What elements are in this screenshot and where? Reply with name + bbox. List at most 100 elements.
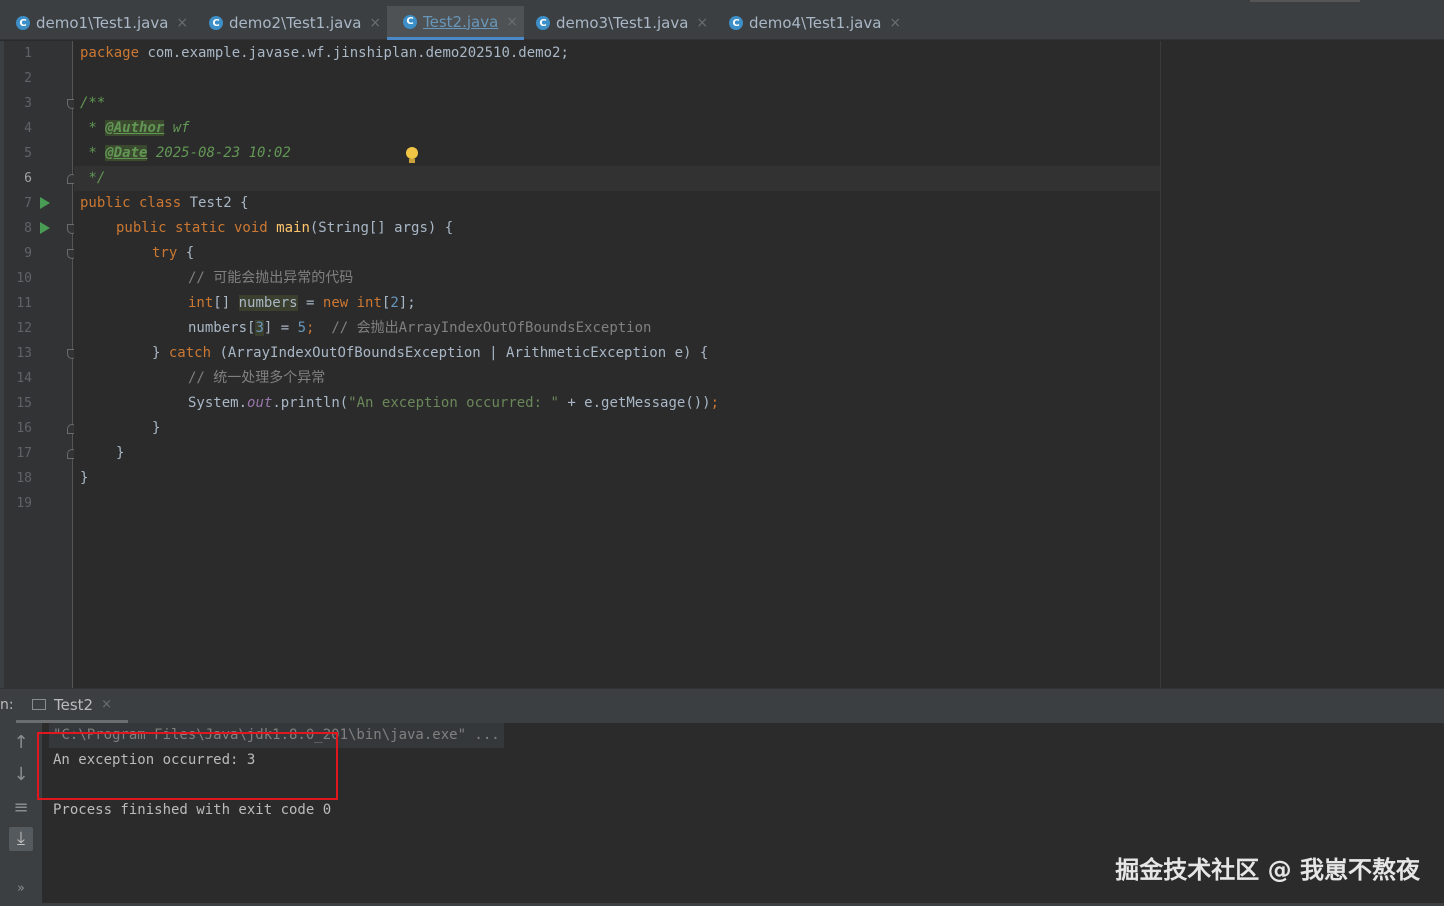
number: 2 (390, 295, 399, 311)
code-line-6: */ (80, 170, 106, 186)
code-text: ] = (263, 320, 298, 336)
editor-gutter: 1 2 3 4 5 6 7 8 9 10 11 12 13 14 15 16 1… (0, 41, 77, 688)
tabbar-top-stripe (1250, 0, 1360, 2)
close-icon[interactable]: × (369, 15, 381, 31)
close-icon[interactable]: × (101, 697, 112, 712)
soft-wrap-icon[interactable]: ≡ (9, 796, 33, 820)
semicolon: ; (710, 395, 720, 411)
code-line-5: * @Date 2025-08-23 10:02 (80, 141, 291, 166)
tab-label: demo3\Test1.java (556, 14, 689, 32)
variable-highlight: numbers (238, 295, 298, 311)
line-number: 11 (16, 296, 32, 311)
code-line-3: /** (80, 95, 106, 111)
number: 5 (297, 320, 307, 336)
comment: wf (164, 120, 190, 136)
java-class-icon: C (209, 16, 223, 30)
line-number: 15 (16, 396, 32, 411)
tab-demo2-test1[interactable]: C demo2\Test1.java × (193, 6, 387, 40)
code-editor[interactable]: package com.example.javase.wf.jinshiplan… (74, 41, 1160, 688)
code-line-10: // 可能会抛出异常的代码 (188, 270, 354, 286)
line-number: 13 (16, 346, 32, 361)
java-class-icon: C (729, 16, 743, 30)
java-class-icon: C (536, 16, 550, 30)
keyword: catch (168, 345, 212, 361)
keyword: try (152, 245, 178, 261)
line-number: 2 (24, 71, 32, 86)
tab-demo3-test1[interactable]: C demo3\Test1.java × (520, 6, 713, 40)
run-class-icon[interactable] (40, 197, 50, 209)
code-text: Test2 { (181, 195, 249, 211)
line-number: 3 (24, 96, 32, 111)
code-text: System. (188, 395, 248, 411)
line-number: 16 (16, 421, 32, 436)
code-line-18: } (80, 470, 89, 486)
code-line-4: * @Author wf (80, 116, 190, 141)
line-number: 19 (16, 496, 32, 511)
code-line-17: } (116, 445, 125, 461)
tab-label: demo4\Test1.java (749, 14, 882, 32)
close-icon[interactable]: × (889, 15, 901, 31)
line-number: 1 (24, 46, 32, 61)
close-icon[interactable]: × (506, 14, 518, 30)
editor-tab-bar: C demo1\Test1.java × C demo2\Test1.java … (0, 0, 1444, 40)
keyword: public static void (116, 220, 268, 236)
code-text: com.example.javase.wf.jinshiplan.demo202… (139, 45, 569, 61)
lightbulb-icon[interactable] (406, 147, 418, 163)
close-icon[interactable]: × (696, 15, 708, 31)
run-main-icon[interactable] (40, 222, 50, 234)
line-number: 18 (16, 471, 32, 486)
code-text: [] (213, 295, 239, 311)
comment: * (80, 145, 106, 161)
line-number: 7 (24, 196, 32, 211)
editor-right-margin (1160, 41, 1444, 688)
code-text: (ArrayIndexOutOfBoundsException | Arithm… (211, 345, 709, 361)
code-line-1: package com.example.javase.wf.jinshiplan… (80, 41, 569, 66)
down-arrow-icon[interactable]: ↓ (9, 763, 33, 787)
tab-label: demo2\Test1.java (229, 14, 362, 32)
code-line-12: numbers[3] = 5; // 会抛出ArrayIndexOutOfBou… (188, 316, 651, 341)
run-tab-test2[interactable]: Test2 × (16, 689, 128, 723)
code-text: (String[] args) { (309, 220, 454, 236)
line-number: 5 (24, 146, 32, 161)
highlight-box (37, 732, 338, 800)
code-line-16: } (152, 420, 161, 436)
watermark: 掘金技术社区 @ 我崽不熬夜 (1115, 856, 1420, 884)
keyword: int (348, 295, 382, 311)
keyword: new (322, 295, 349, 311)
code-line-9: try { (152, 241, 194, 266)
line-number: 10 (16, 271, 32, 286)
tab-demo4-test1[interactable]: C demo4\Test1.java × (713, 6, 913, 40)
code-line-14: // 统一处理多个异常 (188, 370, 326, 386)
keyword: int (188, 295, 214, 311)
current-line-highlight (74, 166, 1160, 191)
line-number: 4 (24, 121, 32, 136)
more-icon[interactable]: » (9, 877, 33, 901)
close-icon[interactable]: × (176, 15, 188, 31)
run-panel-prefix: n: (0, 697, 14, 713)
java-class-icon: C (403, 14, 417, 29)
static-field: out (247, 395, 273, 411)
code-text: .println( (272, 395, 349, 411)
tab-label: demo1\Test1.java (36, 14, 169, 32)
javadoc-tag: @Date (105, 145, 148, 161)
line-number: 9 (24, 246, 32, 261)
tab-label: Test2.java (423, 12, 499, 31)
scroll-to-end-icon[interactable]: ⤓ (9, 827, 33, 851)
code-line-15: System.out.println("An exception occurre… (188, 391, 719, 416)
keyword: public class (80, 195, 182, 211)
up-arrow-icon[interactable]: ↑ (9, 731, 33, 755)
java-class-icon: C (16, 16, 30, 30)
code-text: numbers[ (188, 320, 256, 336)
console-icon (32, 699, 46, 710)
line-number: 14 (16, 371, 32, 386)
comment: * (80, 120, 106, 136)
code-line-7: public class Test2 { (80, 191, 249, 216)
code-text: + e.getMessage()) (558, 395, 711, 411)
code-text: = (297, 295, 323, 311)
line-number: 12 (16, 321, 32, 336)
method-name: main (276, 220, 310, 236)
run-tab-label: Test2 (54, 695, 94, 714)
run-panel-header: n: Test2 × (0, 688, 1444, 723)
tab-test2[interactable]: C Test2.java × (387, 6, 524, 40)
tab-demo1-test1[interactable]: C demo1\Test1.java × (0, 6, 193, 40)
